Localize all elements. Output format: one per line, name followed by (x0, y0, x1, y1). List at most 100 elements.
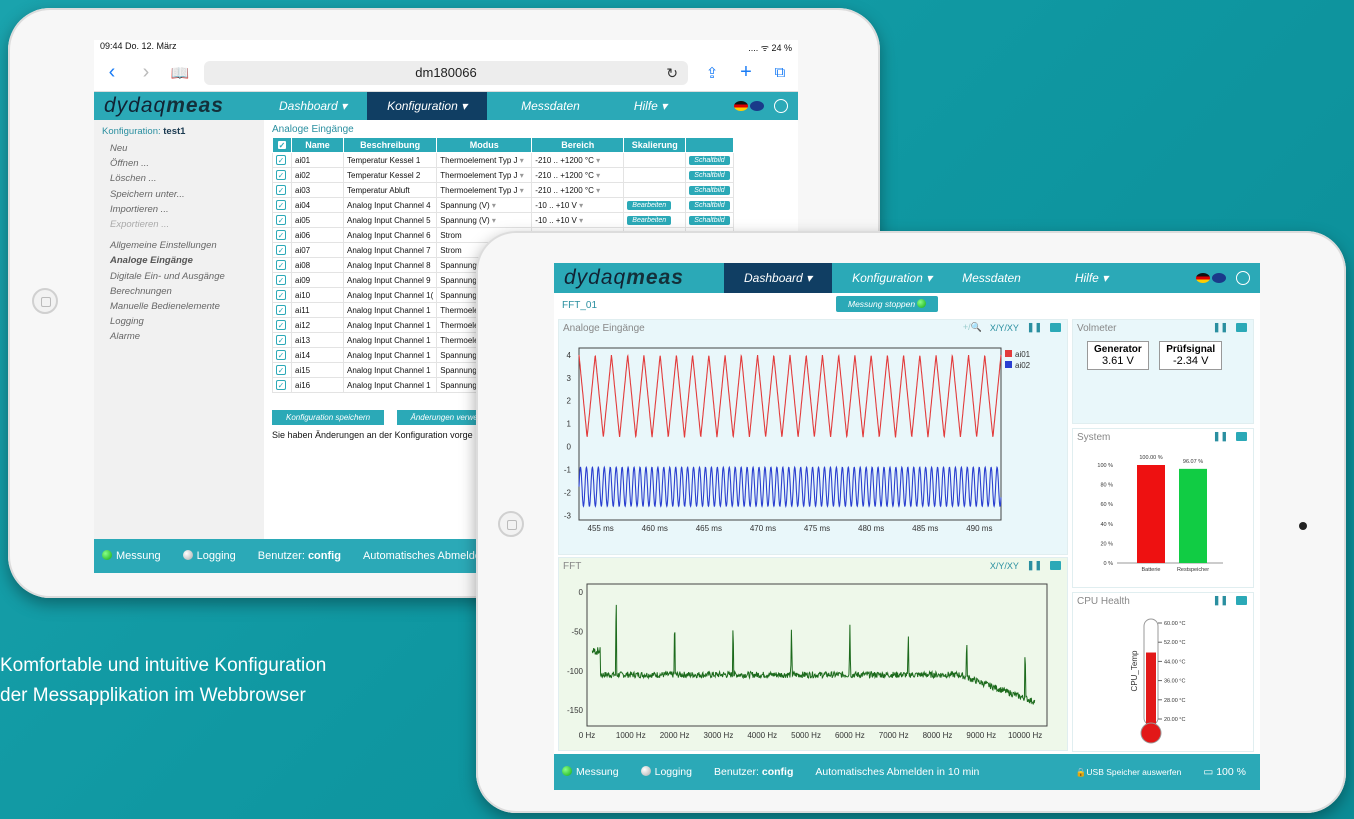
channel-range[interactable]: -210 .. +1200 °C ▾ (531, 182, 625, 198)
channel-description[interactable]: Temperatur Abluft (342, 182, 438, 198)
save-config-button[interactable]: Konfiguration speichern (272, 410, 385, 425)
xy-toggle[interactable]: X/Y/XY (990, 323, 1019, 333)
pause-icon[interactable]: ❚❚ (1213, 322, 1228, 333)
channel-description[interactable]: Analog Input Channel 5 (342, 212, 438, 228)
channel-description[interactable]: Analog Input Channel 1 (342, 347, 438, 363)
share-icon[interactable]: ⇪ (702, 64, 722, 82)
channel-description[interactable]: Analog Input Channel 8 (342, 257, 438, 273)
row-checkbox[interactable]: ✓ (276, 245, 286, 255)
german-flag-icon[interactable] (734, 101, 748, 111)
dropdown-icon[interactable]: ▾ (596, 171, 600, 180)
row-checkbox[interactable]: ✓ (276, 305, 286, 315)
logging-status[interactable]: Logging (182, 550, 236, 562)
channel-name[interactable]: ai15 (291, 362, 344, 378)
channel-name[interactable]: ai13 (291, 332, 344, 348)
row-checkbox[interactable]: ✓ (276, 170, 286, 180)
channel-extra[interactable]: Schaltbild (685, 167, 735, 183)
row-checkbox[interactable]: ✓ (276, 320, 286, 330)
channel-range[interactable]: -10 .. +10 V ▾ (531, 212, 625, 228)
channel-extra[interactable]: Schaltbild (685, 152, 735, 168)
channel-mode[interactable]: Spannung (V) ▾ (436, 197, 533, 213)
sidebar-item-logging[interactable]: Logging (102, 314, 256, 329)
row-checkbox-cell[interactable]: ✓ (272, 377, 292, 393)
pause-icon[interactable]: ❚❚ (1213, 431, 1228, 442)
bookmarks-icon[interactable]: 📖 (170, 64, 190, 82)
channel-name[interactable]: ai10 (291, 287, 344, 303)
schematic-button[interactable]: Schaltbild (689, 201, 730, 210)
sidebar-item-analog[interactable]: Analoge Eingänge (102, 253, 256, 268)
row-checkbox-cell[interactable]: ✓ (272, 182, 292, 198)
row-checkbox-cell[interactable]: ✓ (272, 257, 292, 273)
print-icon[interactable] (1236, 596, 1247, 605)
channel-name[interactable]: ai11 (291, 302, 344, 318)
row-checkbox[interactable]: ✓ (276, 275, 286, 285)
row-checkbox[interactable]: ✓ (276, 260, 286, 270)
menu-hilfe[interactable]: Hilfe ▾ (614, 92, 687, 120)
channel-name[interactable]: ai01 (291, 152, 344, 168)
print-icon[interactable] (1236, 432, 1247, 441)
channel-scaling[interactable]: Bearbeiten (623, 197, 687, 213)
reload-icon[interactable]: ↻ (666, 61, 678, 85)
dropdown-icon[interactable]: ▾ (492, 216, 496, 225)
row-checkbox-cell[interactable]: ✓ (272, 242, 292, 258)
pause-icon[interactable]: ❚❚ (1027, 322, 1042, 333)
channel-description[interactable]: Analog Input Channel 1 (342, 317, 438, 333)
sidebar-item-oeffnen[interactable]: Öffnen ... (102, 156, 256, 171)
row-checkbox[interactable]: ✓ (276, 155, 286, 165)
channel-name[interactable]: ai05 (291, 212, 344, 228)
channel-description[interactable]: Analog Input Channel 1 (342, 377, 438, 393)
row-checkbox-cell[interactable]: ✓ (272, 347, 292, 363)
channel-name[interactable]: ai03 (291, 182, 344, 198)
row-checkbox-cell[interactable]: ✓ (272, 272, 292, 288)
sidebar-item-loeschen[interactable]: Löschen ... (102, 171, 256, 186)
channel-description[interactable]: Temperatur Kessel 1 (342, 152, 438, 168)
channel-name[interactable]: ai04 (291, 197, 344, 213)
row-checkbox-cell[interactable]: ✓ (272, 167, 292, 183)
print-icon[interactable] (1050, 323, 1061, 332)
row-checkbox[interactable]: ✓ (276, 215, 286, 225)
sidebar-item-allgemein[interactable]: Allgemeine Einstellungen (102, 238, 256, 253)
channel-name[interactable]: ai09 (291, 272, 344, 288)
row-checkbox[interactable]: ✓ (276, 350, 286, 360)
row-checkbox-cell[interactable]: ✓ (272, 227, 292, 243)
row-checkbox[interactable]: ✓ (276, 230, 286, 240)
row-checkbox-cell[interactable]: ✓ (272, 302, 292, 318)
row-checkbox[interactable]: ✓ (276, 335, 286, 345)
row-checkbox[interactable]: ✓ (276, 365, 286, 375)
forward-icon[interactable]: › (136, 61, 156, 84)
channel-name[interactable]: ai07 (291, 242, 344, 258)
channel-scaling[interactable] (623, 152, 687, 168)
dropdown-icon[interactable]: ▾ (579, 216, 583, 225)
channel-mode[interactable]: Spannung (V) ▾ (436, 212, 533, 228)
channel-scaling[interactable] (623, 167, 687, 183)
menu-konfiguration-2[interactable]: Konfiguration ▾ (832, 264, 952, 292)
menu-messdaten-2[interactable]: Messdaten (952, 264, 1055, 292)
channel-name[interactable]: ai08 (291, 257, 344, 273)
channel-description[interactable]: Temperatur Kessel 2 (342, 167, 438, 183)
home-button-2[interactable] (498, 511, 524, 537)
schematic-button[interactable]: Schaltbild (689, 171, 730, 180)
sidebar-item-importieren[interactable]: Importieren ... (102, 202, 256, 217)
row-checkbox-cell[interactable]: ✓ (272, 362, 292, 378)
sidebar-item-digital[interactable]: Digitale Ein- und Ausgänge (102, 269, 256, 284)
channel-description[interactable]: Analog Input Channel 6 (342, 227, 438, 243)
channel-description[interactable]: Analog Input Channel 1 (342, 332, 438, 348)
row-checkbox-cell[interactable]: ✓ (272, 287, 292, 303)
menu-konfiguration[interactable]: Konfiguration ▾ (367, 92, 488, 120)
channel-description[interactable]: Analog Input Channel 9 (342, 272, 438, 288)
channel-mode[interactable]: Thermoelement Typ J ▾ (436, 182, 533, 198)
channel-name[interactable]: ai16 (291, 377, 344, 393)
schematic-button[interactable]: Schaltbild (689, 156, 730, 165)
usb-eject-button[interactable]: 🔒USB Speicher auswerfen (1076, 767, 1182, 778)
channel-description[interactable]: Analog Input Channel 7 (342, 242, 438, 258)
row-checkbox[interactable]: ✓ (276, 290, 286, 300)
german-flag-icon[interactable] (1196, 273, 1210, 283)
channel-description[interactable]: Analog Input Channel 1( (342, 287, 438, 303)
channel-name[interactable]: ai14 (291, 347, 344, 363)
header-select-all[interactable]: ✓ (272, 137, 292, 153)
dropdown-icon[interactable]: ▾ (492, 201, 496, 210)
url-bar[interactable]: dm180066 ↻ (204, 60, 688, 85)
back-icon[interactable]: ‹ (102, 61, 122, 84)
row-checkbox-cell[interactable]: ✓ (272, 152, 292, 168)
row-checkbox[interactable]: ✓ (276, 185, 286, 195)
